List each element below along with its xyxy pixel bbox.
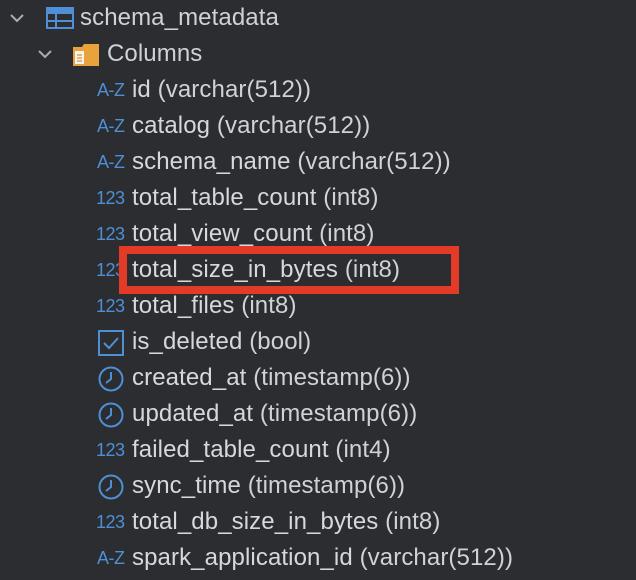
column-row[interactable]: created_at (timestamp(6)) [0, 360, 636, 396]
column-name: total_table_count [132, 184, 317, 211]
tree-node-table[interactable]: schema_metadata [0, 0, 636, 36]
column-row[interactable]: 123 total_db_size_in_bytes (int8) [0, 504, 636, 540]
column-label: id (varchar(512)) [132, 76, 311, 104]
folder-name: Columns [107, 40, 203, 67]
numeric-type-icon: 123 [96, 260, 125, 280]
column-name: catalog [132, 112, 211, 139]
column-label: catalog (varchar(512)) [132, 112, 370, 140]
text-type-icon: A-Z [97, 80, 125, 100]
table-name: schema_metadata [80, 4, 279, 31]
column-name: failed_table_count [132, 436, 329, 463]
column-row-highlighted[interactable]: 123 total_size_in_bytes (int8) [0, 252, 636, 288]
column-row[interactable]: A-Z schema_name (varchar(512)) [0, 144, 636, 180]
column-row[interactable]: 123 total_table_count (int8) [0, 180, 636, 216]
column-name: total_view_count [132, 220, 313, 247]
chevron-down-icon[interactable] [36, 45, 54, 63]
numeric-type-icon: 123 [96, 440, 125, 460]
timestamp-type-icon [98, 402, 124, 428]
column-name: total_size_in_bytes [132, 256, 339, 283]
folder-icon [72, 43, 100, 67]
column-label: spark_application_id (varchar(512)) [132, 544, 513, 572]
text-type-icon: A-Z [97, 152, 125, 172]
column-label: created_at (timestamp(6)) [132, 364, 411, 392]
column-row[interactable]: 123 failed_table_count (int4) [0, 432, 636, 468]
column-name: spark_application_id [132, 544, 353, 571]
column-label: total_files (int8) [132, 292, 297, 320]
column-name: created_at [132, 364, 247, 391]
column-row[interactable]: updated_at (timestamp(6)) [0, 396, 636, 432]
text-type-icon: A-Z [97, 116, 125, 136]
table-icon [46, 7, 74, 29]
column-label: total_size_in_bytes (int8) [132, 256, 400, 284]
numeric-type-icon: 123 [96, 224, 125, 244]
text-type-icon: A-Z [97, 548, 125, 568]
column-type: (int8) [319, 220, 375, 247]
column-row[interactable]: sync_time (timestamp(6)) [0, 468, 636, 504]
column-name: id [132, 76, 151, 103]
column-label: total_view_count (int8) [132, 220, 374, 248]
column-label: total_table_count (int8) [132, 184, 379, 212]
column-row[interactable]: is_deleted (bool) [0, 324, 636, 360]
column-row[interactable]: A-Z catalog (varchar(512)) [0, 108, 636, 144]
column-row[interactable]: A-Z spark_application_id (varchar(512)) [0, 540, 636, 576]
column-label: schema_name (varchar(512)) [132, 148, 451, 176]
column-name: is_deleted [132, 328, 243, 355]
column-label: sync_time (timestamp(6)) [132, 472, 405, 500]
numeric-type-icon: 123 [96, 512, 125, 532]
column-type: (timestamp(6)) [253, 364, 411, 391]
column-type: (varchar(512)) [157, 76, 312, 103]
column-name: updated_at [132, 400, 254, 427]
column-type: (int8) [241, 292, 297, 319]
tree-node-columns-folder[interactable]: Columns [0, 36, 636, 72]
column-name: total_db_size_in_bytes [132, 508, 379, 535]
column-name: sync_time [132, 472, 241, 499]
column-type: (varchar(512)) [297, 148, 451, 175]
column-label: total_db_size_in_bytes (int8) [132, 508, 440, 536]
numeric-type-icon: 123 [96, 188, 125, 208]
column-type: (timestamp(6)) [247, 472, 406, 499]
column-row[interactable]: A-Z id (varchar(512)) [0, 72, 636, 108]
column-name: total_files [132, 292, 235, 319]
column-type: (int4) [335, 436, 391, 463]
column-type: (varchar(512)) [216, 112, 371, 139]
column-row[interactable]: 123 total_files (int8) [0, 288, 636, 324]
column-label: failed_table_count (int4) [132, 436, 391, 464]
boolean-type-icon [98, 330, 124, 356]
column-type: (int8) [385, 508, 441, 535]
timestamp-type-icon [98, 474, 124, 500]
column-type: (int8) [323, 184, 379, 211]
chevron-down-icon[interactable] [8, 9, 26, 27]
column-type: (varchar(512)) [359, 544, 514, 571]
numeric-type-icon: 123 [96, 296, 125, 316]
column-name: schema_name [132, 148, 291, 175]
timestamp-type-icon [98, 366, 124, 392]
column-type: (bool) [249, 328, 312, 355]
database-tree: schema_metadata Columns A-Z id (varchar(… [0, 0, 636, 580]
column-type: (timestamp(6)) [259, 400, 418, 427]
column-type: (int8) [344, 256, 401, 283]
column-label: updated_at (timestamp(6)) [132, 400, 417, 428]
column-row[interactable]: 123 total_view_count (int8) [0, 216, 636, 252]
column-label: is_deleted (bool) [132, 328, 311, 356]
